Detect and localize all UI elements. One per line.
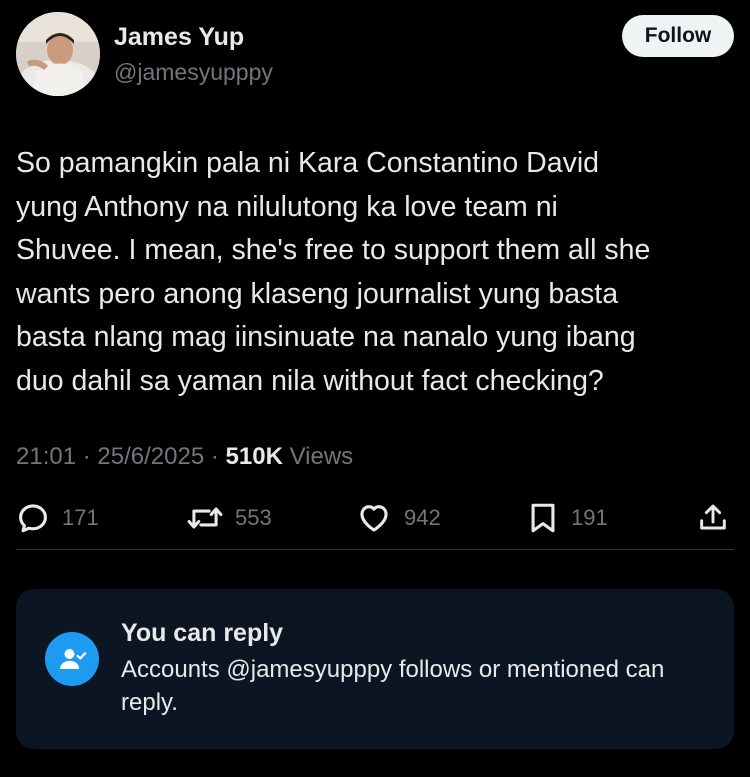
views-label: Views xyxy=(289,443,354,470)
meta-separator: · xyxy=(210,443,226,470)
reply-restriction-card: You can reply Accounts @jamesyupppy foll… xyxy=(16,589,734,749)
follow-button[interactable]: Follow xyxy=(622,15,734,57)
reply-icon xyxy=(16,501,50,535)
share-button[interactable] xyxy=(697,496,729,540)
repost-count: 553 xyxy=(235,505,272,530)
author-name[interactable]: James Yup xyxy=(114,22,244,52)
like-button[interactable]: 942 xyxy=(356,496,441,540)
bookmark-count: 191 xyxy=(571,505,608,530)
tweet-header: James Yup @jamesyupppy Follow xyxy=(16,12,734,98)
reply-button[interactable]: 171 xyxy=(16,496,99,540)
bookmark-button[interactable]: 191 xyxy=(527,496,608,540)
heart-icon xyxy=(356,501,392,535)
share-icon xyxy=(697,501,729,535)
author-handle[interactable]: @jamesyupppy xyxy=(114,58,273,86)
reply-restriction-title: You can reply xyxy=(121,619,284,647)
reply-count: 171 xyxy=(62,505,99,530)
author-avatar[interactable] xyxy=(16,12,100,96)
reply-restriction-description: Accounts @jamesyupppy follows or mention… xyxy=(121,656,665,716)
user-check-icon xyxy=(60,649,87,669)
repost-icon xyxy=(187,501,223,535)
bookmark-icon xyxy=(527,501,559,535)
tweet-text: So pamangkin pala ni Kara Constantino Da… xyxy=(16,147,651,397)
repost-button[interactable]: 553 xyxy=(187,496,272,540)
action-bar: 171 553 942 191 xyxy=(0,496,750,540)
views-count[interactable]: 510K xyxy=(226,443,283,470)
like-count: 942 xyxy=(404,505,441,530)
tweet-time[interactable]: 21:01 xyxy=(16,443,76,470)
tweet-date[interactable]: 25/6/2025 xyxy=(97,443,204,470)
reply-restriction-icon xyxy=(45,632,99,686)
tweet-meta: 21:01 · 25/6/2025 · 510K Views xyxy=(16,441,353,473)
divider xyxy=(16,549,734,550)
meta-separator: · xyxy=(82,443,98,470)
